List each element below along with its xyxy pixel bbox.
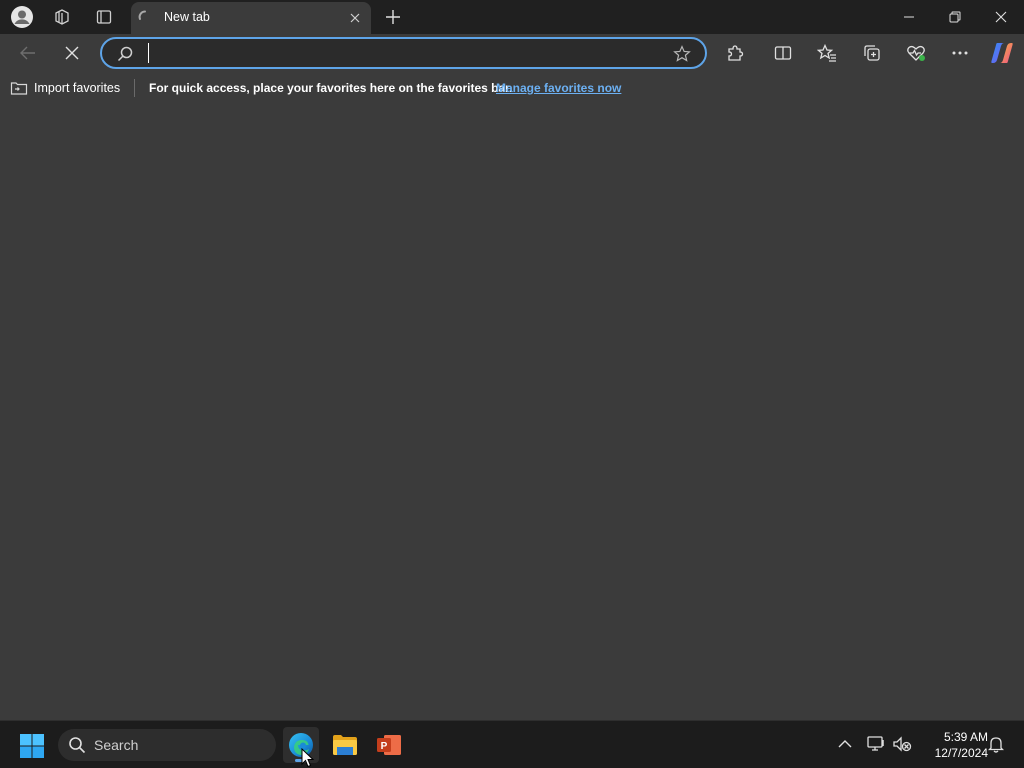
clock-date: 12/7/2024	[934, 746, 988, 760]
tab-new-tab[interactable]: New tab	[131, 2, 371, 34]
search-icon	[69, 737, 86, 754]
taskbar-app-file-explorer[interactable]	[327, 727, 363, 763]
copilot-button[interactable]	[987, 38, 1017, 68]
network-status[interactable]	[866, 734, 886, 754]
close-icon	[350, 13, 360, 23]
powerpoint-icon: P	[377, 735, 401, 755]
stop-loading-button[interactable]	[57, 38, 87, 68]
split-screen-icon	[774, 46, 792, 60]
loading-spinner-icon	[138, 10, 146, 20]
plus-icon	[386, 10, 400, 24]
clock-time: 5:39 AM	[943, 730, 988, 744]
import-favorites-icon	[10, 82, 28, 95]
more-dots-icon	[952, 51, 968, 55]
profile-avatar[interactable]	[8, 4, 36, 30]
puzzle-icon	[728, 45, 744, 61]
notifications-button[interactable]	[986, 734, 1006, 754]
back-arrow-icon	[20, 46, 35, 60]
profile-icon	[11, 6, 33, 28]
favorites-bar: Import favorites For quick access, place…	[0, 72, 1024, 104]
network-icon	[867, 736, 884, 751]
workspaces-icon	[55, 9, 69, 25]
import-favorites-label: Import favorites	[34, 81, 121, 95]
taskbar-search[interactable]: Search	[58, 729, 276, 761]
address-input[interactable]	[148, 43, 668, 63]
taskbar: Search P 5:39 AM 12/7/2024	[0, 720, 1024, 768]
close-icon	[995, 11, 1007, 23]
tab-actions-button[interactable]	[90, 4, 118, 30]
address-bar[interactable]	[100, 37, 707, 69]
workspaces-button[interactable]	[48, 4, 76, 30]
new-tab-button[interactable]	[380, 4, 406, 30]
copilot-icon	[991, 43, 1013, 63]
svg-text:P: P	[381, 741, 388, 752]
search-icon	[117, 46, 133, 62]
collections-icon	[864, 45, 880, 61]
collections-button[interactable]	[857, 38, 887, 68]
favorites-button[interactable]	[812, 38, 842, 68]
split-screen-button[interactable]	[768, 38, 798, 68]
taskbar-search-label: Search	[94, 737, 139, 753]
close-icon	[65, 46, 79, 60]
start-button[interactable]	[18, 732, 46, 760]
taskbar-app-powerpoint[interactable]: P	[371, 727, 407, 763]
show-hidden-icons-button[interactable]	[835, 734, 855, 754]
favorites-list-icon	[817, 44, 836, 62]
tab-close-button[interactable]	[347, 10, 363, 26]
manage-favorites-link[interactable]: Manage favorites now	[496, 81, 621, 95]
heart-pulse-icon	[907, 45, 925, 61]
volume-status[interactable]	[892, 734, 912, 754]
bell-icon	[988, 737, 1004, 753]
import-favorites-button[interactable]: Import favorites	[10, 78, 120, 98]
restore-icon	[949, 11, 961, 23]
favorites-divider	[134, 79, 135, 97]
back-button[interactable]	[13, 38, 43, 68]
vertical-tabs-icon	[96, 10, 112, 24]
mouse-cursor-icon	[301, 748, 315, 768]
minimize-button[interactable]	[886, 0, 932, 34]
add-favorite-star-icon[interactable]	[673, 45, 691, 63]
file-explorer-icon	[333, 735, 357, 755]
volume-muted-icon	[893, 736, 912, 752]
system-clock[interactable]: 5:39 AM 12/7/2024	[918, 729, 988, 761]
browser-toolbar	[0, 34, 1024, 72]
page-content	[0, 104, 1024, 718]
chevron-up-icon	[838, 740, 852, 748]
windows-logo-icon	[20, 734, 44, 758]
restore-button[interactable]	[932, 0, 978, 34]
favorites-bar-message: For quick access, place your favorites h…	[149, 81, 513, 95]
close-window-button[interactable]	[978, 0, 1024, 34]
minimize-icon	[904, 16, 914, 18]
extensions-button[interactable]	[720, 38, 750, 68]
settings-more-button[interactable]	[945, 38, 975, 68]
browser-essentials-button[interactable]	[901, 38, 931, 68]
tab-title: New tab	[164, 10, 210, 24]
title-bar: New tab	[0, 0, 1024, 34]
